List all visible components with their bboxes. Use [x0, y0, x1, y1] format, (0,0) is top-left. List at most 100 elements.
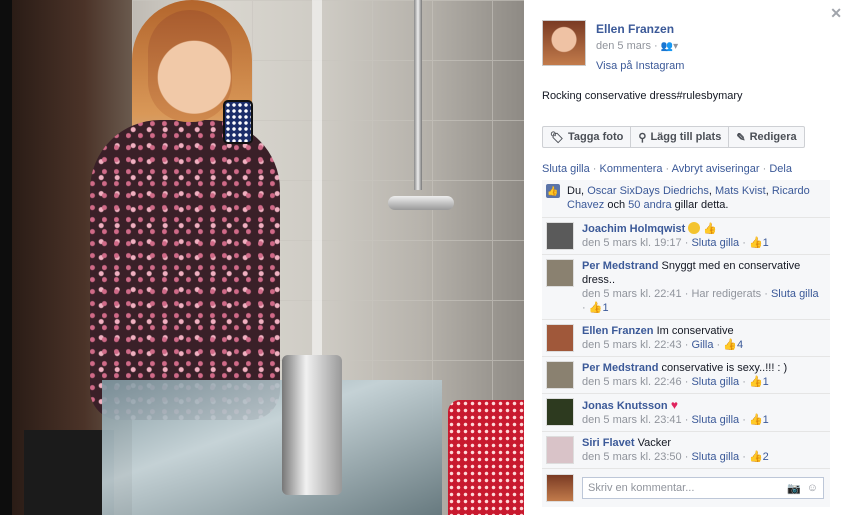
commenter-name[interactable]: Per Medstrand [582, 362, 658, 374]
post-photo[interactable] [12, 0, 524, 515]
add-place-button[interactable]: ⚲ Lägg till plats [631, 126, 730, 148]
like-count-value: 1 [602, 302, 609, 314]
heart-icon: ♥ [667, 398, 679, 412]
commenter-avatar[interactable] [546, 259, 574, 287]
like-count-value: 1 [762, 376, 769, 388]
author-name[interactable]: Ellen Franzen [596, 22, 684, 36]
comment-like-count[interactable]: 👍2 [749, 451, 769, 463]
photo-phone [223, 100, 253, 144]
like-count-value: 2 [762, 451, 769, 463]
comment-link[interactable]: Kommentera [600, 163, 663, 175]
post-actions: Sluta gilla · Kommentera · Avbryt aviser… [542, 163, 792, 175]
instagram-link[interactable]: Visa på Instagram [596, 60, 684, 72]
comment-timestamp[interactable]: den 5 mars kl. 22:43 [582, 339, 682, 351]
comment-like-count[interactable]: 👍4 [723, 339, 743, 351]
photo-bag [448, 400, 524, 515]
comment-like-link[interactable]: Sluta gilla [691, 237, 739, 249]
thumbs-up-icon: 👍 [588, 302, 603, 314]
commenter-avatar[interactable] [546, 222, 574, 250]
commenter-avatar[interactable] [546, 324, 574, 352]
edited-label[interactable]: Har redigerats [691, 288, 761, 300]
unfollow-link[interactable]: Avbryt aviseringar [672, 163, 760, 175]
thumbs-up-icon: 👍 [748, 414, 763, 426]
wink-emoji-icon [688, 222, 701, 234]
tag-photo-button[interactable]: 🏷 Tagga foto [542, 126, 632, 148]
comment-like-link[interactable]: Sluta gilla [691, 414, 739, 426]
thumbs-up-icon: 👍 [748, 237, 763, 249]
thumbs-up-icon: 👍 [748, 376, 763, 388]
commenter-avatar[interactable] [546, 436, 574, 464]
post-header: Ellen Franzen den 5 mars · 👥▾ Visa på In… [542, 20, 684, 72]
comment-like-count[interactable]: 👍1 [749, 237, 769, 249]
close-icon[interactable]: ✕ [830, 5, 842, 22]
comment-like-count[interactable]: 👍1 [589, 302, 609, 314]
comment-text: Vacker [637, 437, 672, 449]
feedback-box: 👍 Du, Oscar SixDays Diedrichs, Mats Kvis… [542, 180, 830, 507]
comment-timestamp[interactable]: den 5 mars kl. 22:46 [582, 376, 682, 388]
comment-row: Per Medstrand conservative is sexy..!!! … [542, 357, 830, 394]
emoji-icon[interactable]: ☺ [807, 482, 818, 495]
comment-row: Jonas Knutsson ♥ den 5 mars kl. 23:41 · S… [542, 394, 830, 432]
comment-text: Im conservative [656, 325, 734, 337]
comment-composer: Skriv en kommentar... 📷 ☺ [542, 469, 830, 507]
share-link[interactable]: Dela [769, 163, 792, 175]
comment-row: Ellen Franzen Im conservative den 5 mars … [542, 320, 830, 357]
liker-link-1[interactable]: Oscar SixDays Diedrichs [587, 185, 709, 197]
photo-glass-wall [312, 0, 322, 390]
photo-faucet [282, 355, 342, 495]
audience-icon[interactable]: 👥▾ [661, 41, 678, 52]
likes-and: och [607, 199, 626, 211]
post-details-panel: ✕ Ellen Franzen den 5 mars · 👥▾ Visa på … [524, 0, 856, 515]
thumbs-up-icon: 👍 [703, 223, 718, 235]
likes-prefix: Du, [567, 185, 585, 197]
tag-icon: 🏷 [550, 131, 564, 144]
comment-like-link[interactable]: Sluta gilla [771, 288, 819, 300]
photo-face [148, 10, 232, 122]
comment-like-link[interactable]: Sluta gilla [691, 376, 739, 388]
like-count-value: 1 [762, 414, 769, 426]
edit-button[interactable]: ✎ Redigera [729, 126, 805, 148]
camera-icon[interactable]: 📷 [787, 482, 801, 495]
commenter-name[interactable]: Jonas Knutsson [582, 400, 668, 412]
commenter-name[interactable]: Joachim Holmqwist [582, 223, 685, 235]
comment-row: Joachim Holmqwist 👍 den 5 mars kl. 19:17 … [542, 218, 830, 255]
separator: · [592, 163, 600, 175]
thumbs-up-icon: 👍 [748, 451, 763, 463]
comment-list: Joachim Holmqwist 👍 den 5 mars kl. 19:17 … [542, 218, 830, 469]
post-date[interactable]: den 5 mars [596, 40, 651, 52]
like-count-value: 1 [762, 237, 769, 249]
likes-others-link[interactable]: 50 andra [628, 199, 671, 211]
photo-dress [90, 120, 280, 420]
photo-shower-mixer [388, 196, 454, 210]
commenter-name[interactable]: Siri Flavet [582, 437, 635, 449]
liker-link-2[interactable]: Mats Kvist [715, 185, 766, 197]
comment-like-count[interactable]: 👍1 [749, 376, 769, 388]
likes-suffix: gillar detta. [674, 199, 729, 211]
comment-like-count[interactable]: 👍1 [749, 414, 769, 426]
location-pin-icon: ⚲ [638, 131, 647, 144]
comment-text: conservative is sexy..!!! : ) [661, 362, 788, 374]
thumbs-up-icon: 👍 [723, 339, 737, 351]
post-meta: den 5 mars · 👥▾ [596, 40, 684, 52]
photo-shower-pipe [414, 0, 422, 190]
composer-avatar [546, 474, 574, 502]
comment-row: Per Medstrand Snyggt med en conservative… [542, 255, 830, 320]
commenter-avatar[interactable] [546, 361, 574, 389]
comment-timestamp[interactable]: den 5 mars kl. 23:41 [582, 414, 682, 426]
post-caption: Rocking conservative dress#rulesbymary [542, 90, 743, 102]
comment-like-link[interactable]: Sluta gilla [691, 451, 739, 463]
unlike-link[interactable]: Sluta gilla [542, 163, 590, 175]
comment-row: Siri Flavet Vacker den 5 mars kl. 23:50 ·… [542, 432, 830, 469]
commenter-name[interactable]: Per Medstrand [582, 260, 658, 272]
author-avatar[interactable] [542, 20, 586, 66]
comment-timestamp[interactable]: den 5 mars kl. 23:50 [582, 451, 682, 463]
comment-timestamp[interactable]: den 5 mars kl. 22:41 [582, 288, 682, 300]
edit-label: Redigera [749, 131, 797, 143]
photo-toolbar: 🏷 Tagga foto ⚲ Lägg till plats ✎ Rediger… [542, 126, 805, 148]
comment-timestamp[interactable]: den 5 mars kl. 19:17 [582, 237, 682, 249]
comment-like-link[interactable]: Gilla [691, 339, 713, 351]
commenter-avatar[interactable] [546, 398, 574, 426]
commenter-name[interactable]: Ellen Franzen [582, 325, 654, 337]
add-place-label: Lägg till plats [650, 131, 722, 143]
comment-input[interactable]: Skriv en kommentar... 📷 ☺ [582, 477, 824, 499]
